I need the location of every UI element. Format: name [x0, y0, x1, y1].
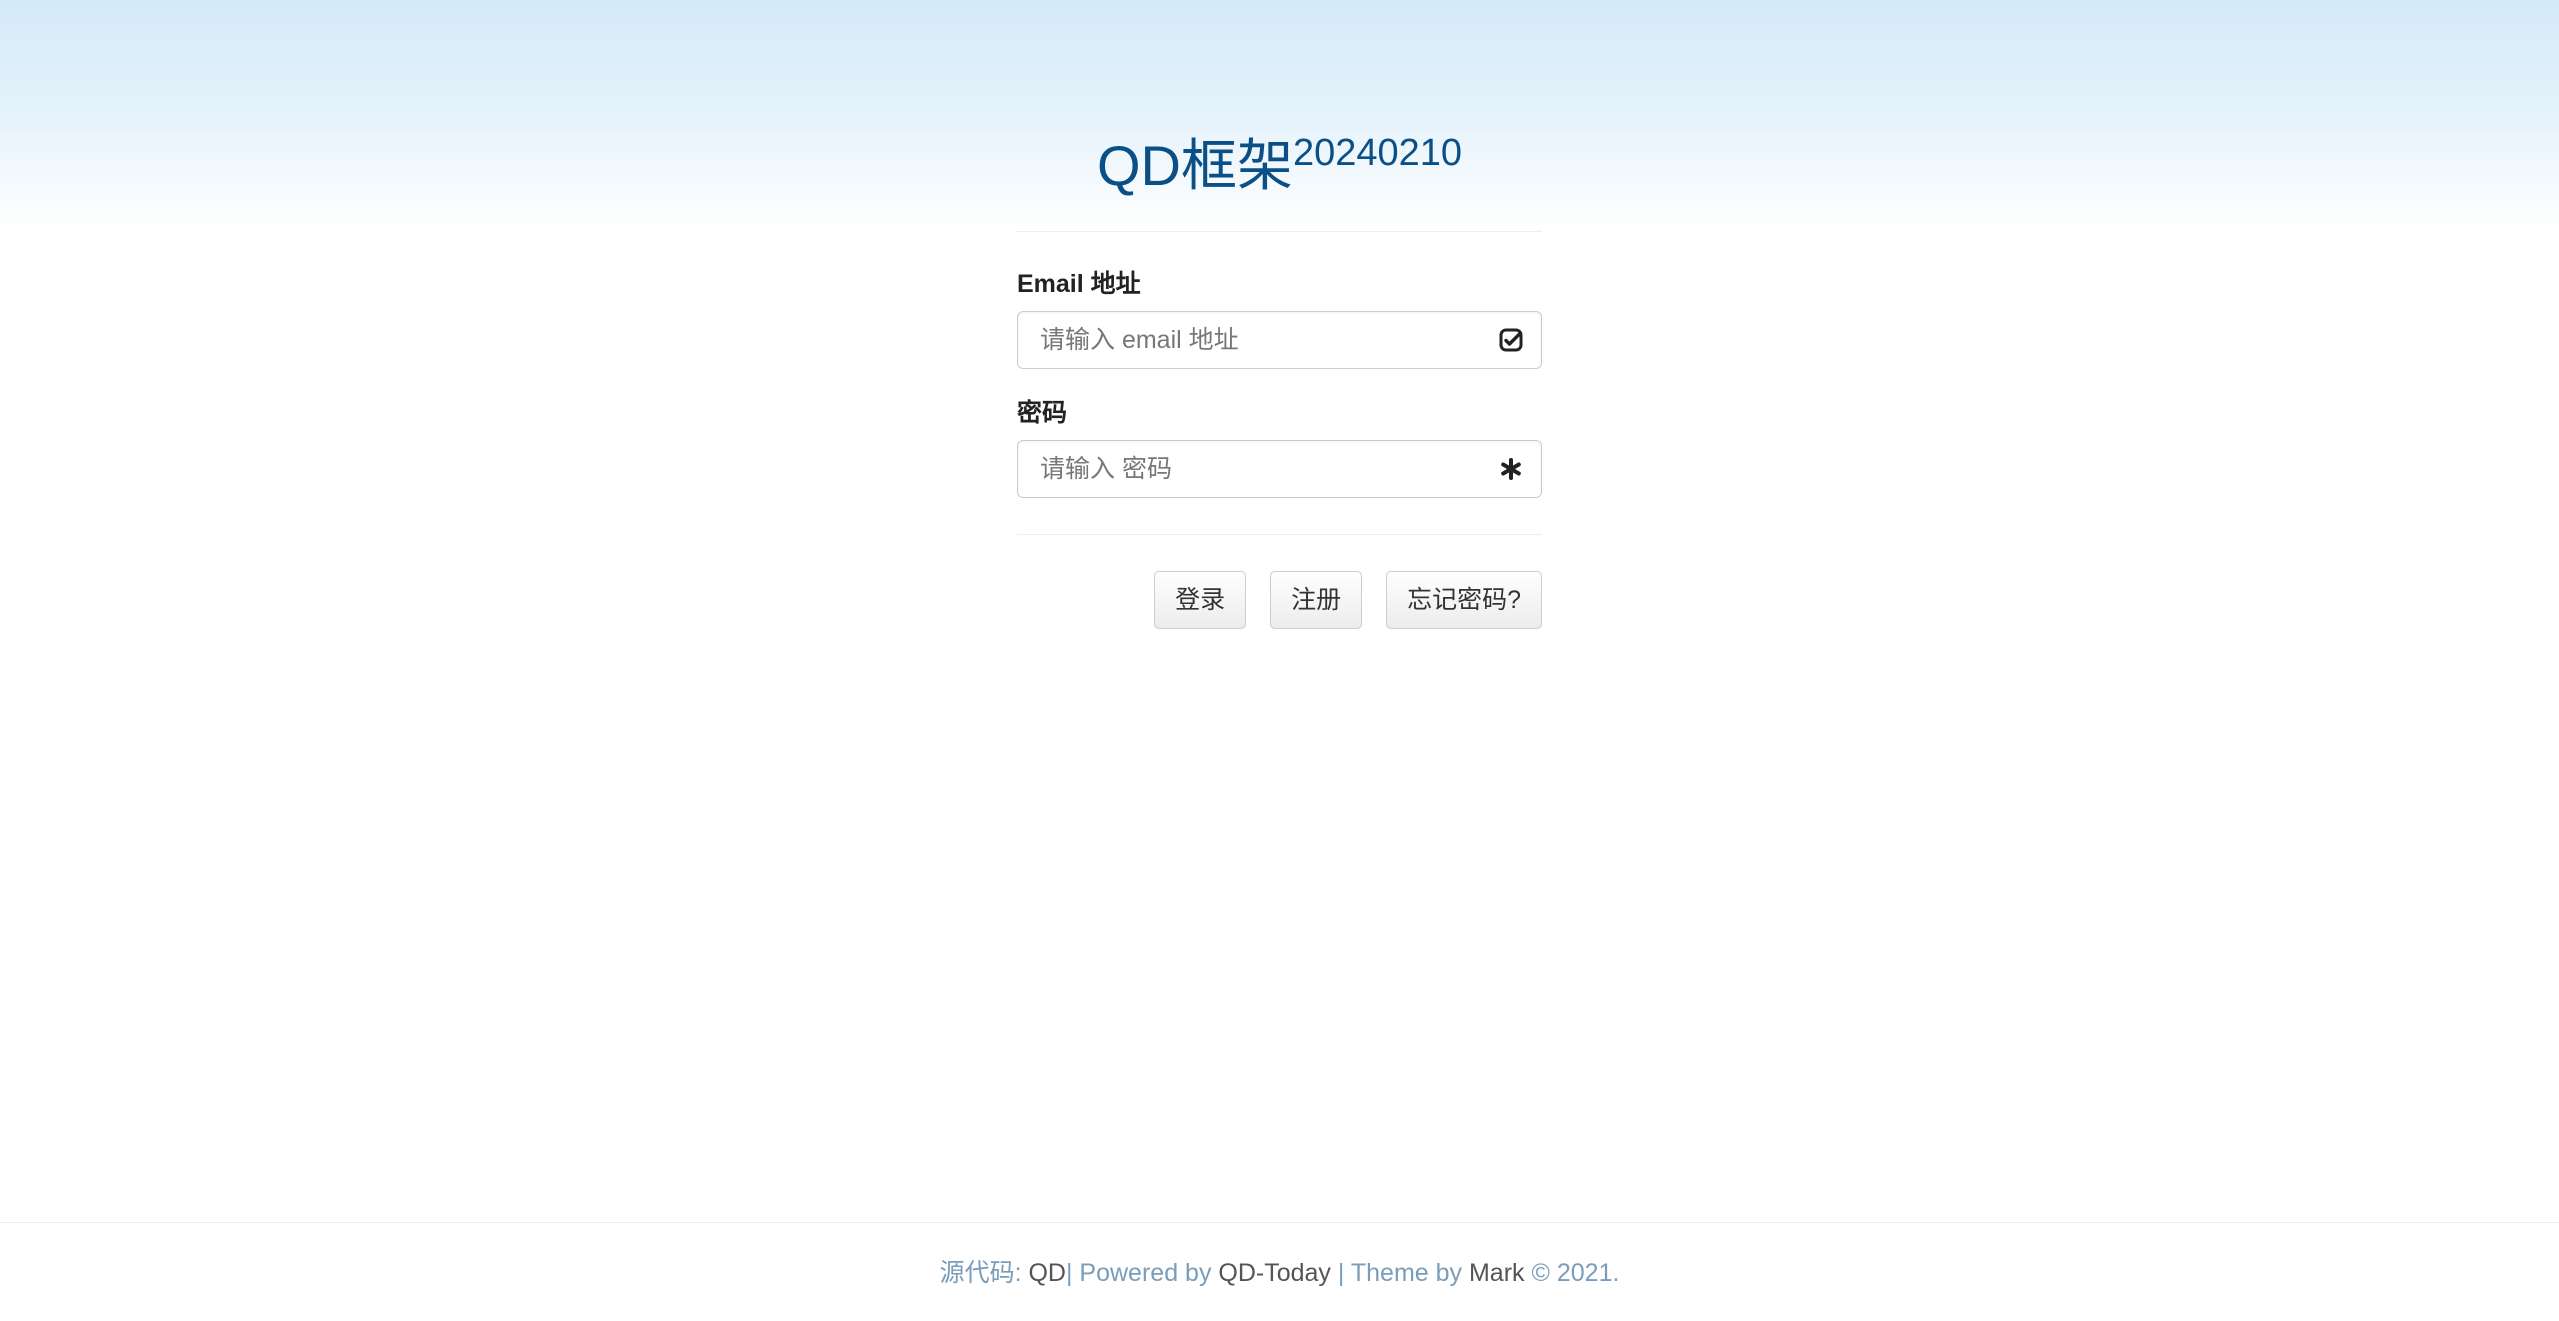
asterisk-icon	[1497, 455, 1525, 483]
version-superscript: 20240210	[1292, 132, 1463, 174]
email-field-group	[1017, 311, 1542, 369]
login-button[interactable]: 登录	[1154, 571, 1247, 629]
footer-source-prefix: 源代码:	[939, 1259, 1029, 1287]
footer-theme-prefix: | Theme by	[1330, 1259, 1469, 1287]
password-label: 密码	[1017, 399, 1068, 427]
email-input[interactable]	[1018, 312, 1478, 368]
footer-powered-prefix: | Powered by	[1065, 1259, 1219, 1287]
footer-divider	[0, 1222, 2559, 1223]
footer-theme-link[interactable]: Mark	[1469, 1259, 1525, 1287]
title-divider	[1017, 231, 1542, 232]
page-title-text: QD框架	[1096, 134, 1293, 197]
forgot-password-button[interactable]: 忘记密码?	[1386, 571, 1542, 629]
password-input[interactable]	[1018, 441, 1478, 497]
footer-source-link[interactable]: QD	[1028, 1259, 1066, 1287]
login-page: QD框架20240210 Email 地址 密码	[0, 0, 2559, 1321]
footer-powered-link[interactable]: QD-Today	[1218, 1259, 1331, 1287]
footer: 源代码: QD| Powered by QD-Today | Theme by …	[0, 1257, 2559, 1289]
footer-copyright: © 2021.	[1524, 1259, 1620, 1287]
form-actions: 登录 注册 忘记密码?	[1154, 571, 1542, 629]
register-button[interactable]: 注册	[1270, 571, 1363, 629]
email-label: Email 地址	[1017, 270, 1141, 298]
form-divider	[1017, 534, 1542, 535]
check-square-icon	[1497, 326, 1525, 354]
password-field-group	[1017, 440, 1542, 498]
page-title: QD框架20240210	[1017, 126, 1542, 206]
